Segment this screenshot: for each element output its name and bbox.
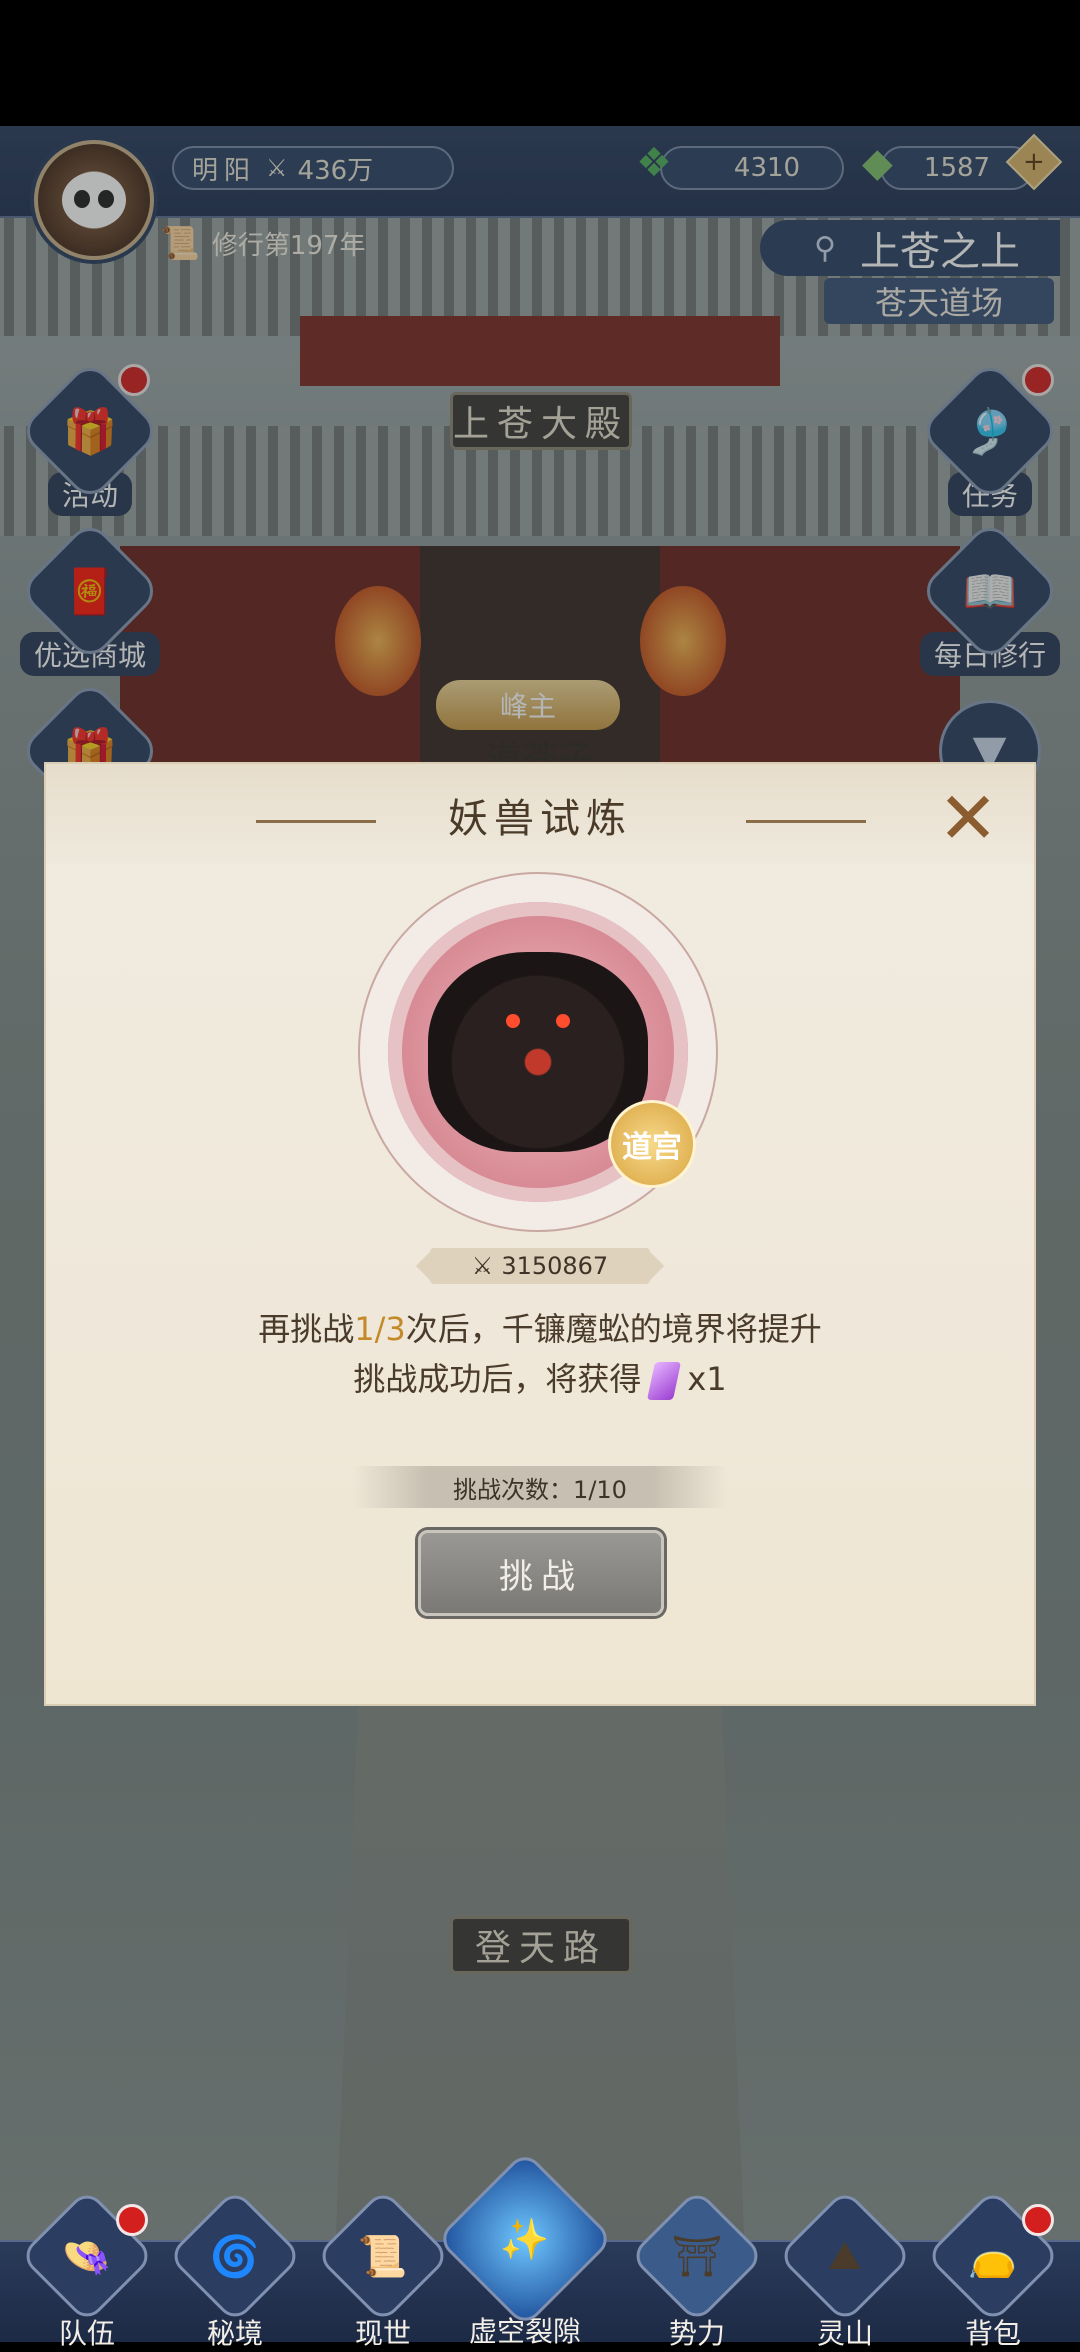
backpack-red-dot: [1022, 2204, 1054, 2236]
purple-crystal-icon[interactable]: [647, 1362, 682, 1400]
upgrade-notice: 再挑战1/3次后，千镰魔蚣的境界将提升: [46, 1304, 1034, 1350]
remaining-challenges: 1/3: [354, 1310, 406, 1348]
challenge-count: 挑战次数：1/10: [352, 1466, 728, 1508]
nav-faction-label: 势力: [668, 2317, 725, 2350]
nav-present-world-label: 现世: [354, 2317, 411, 2350]
nav-backpack[interactable]: 👝 背包: [925, 2188, 1061, 2352]
monster-power: ⚔ 3150867: [430, 1248, 650, 1284]
combat-power-icon: ⚔: [471, 1252, 494, 1280]
portal-icon: ✨: [435, 2149, 615, 2329]
monster-portrait: 道宫: [358, 872, 718, 1232]
reward-notice: 挑战成功后，将获得 x1: [46, 1354, 1034, 1400]
upgrade-notice-prefix: 再挑战: [258, 1310, 355, 1348]
upgrade-notice-suffix: 次后，千镰魔蚣的境界将提升: [405, 1310, 822, 1348]
reward-notice-text: 挑战成功后，将获得: [353, 1360, 642, 1398]
dialog-title: 妖兽试炼: [448, 796, 632, 842]
nav-secret-realm-label: 秘境: [206, 2317, 263, 2350]
portrait-frame: 道宫: [388, 902, 696, 1202]
status-bar: [0, 0, 1080, 126]
nav-present-world[interactable]: 📜 现世: [315, 2188, 451, 2352]
team-red-dot: [116, 2204, 148, 2236]
reward-quantity: x1: [687, 1360, 727, 1398]
challenge-button[interactable]: 挑战: [418, 1530, 664, 1616]
pavilion-icon: ⛩: [629, 2188, 765, 2324]
monster-power-value: 3150867: [501, 1252, 609, 1280]
nav-void-rift[interactable]: ✨ 虚空裂隙: [435, 2149, 615, 2350]
beast-trial-dialog: 妖兽试炼 ✕ 道宫 ⚔ 3150867 再挑战1/3次后，千镰魔蚣的境界将提升 …: [46, 764, 1034, 1704]
nav-team-label: 队伍: [58, 2317, 115, 2350]
nav-faction[interactable]: ⛩ 势力: [629, 2188, 765, 2352]
realm-badge: 道宫: [608, 1100, 696, 1188]
nav-spirit-mountain-label: 灵山: [816, 2317, 873, 2350]
nav-team[interactable]: 👒 队伍: [19, 2188, 155, 2352]
mountain-icon: ⛰: [777, 2188, 913, 2324]
close-icon[interactable]: ✕: [934, 782, 1002, 854]
nav-backpack-label: 背包: [964, 2317, 1021, 2350]
scroll-map-icon: 📜: [315, 2188, 451, 2324]
vortex-icon: 🌀: [167, 2188, 303, 2324]
nav-spirit-mountain[interactable]: ⛰ 灵山: [777, 2188, 913, 2352]
nav-secret-realm[interactable]: 🌀 秘境: [167, 2188, 303, 2352]
